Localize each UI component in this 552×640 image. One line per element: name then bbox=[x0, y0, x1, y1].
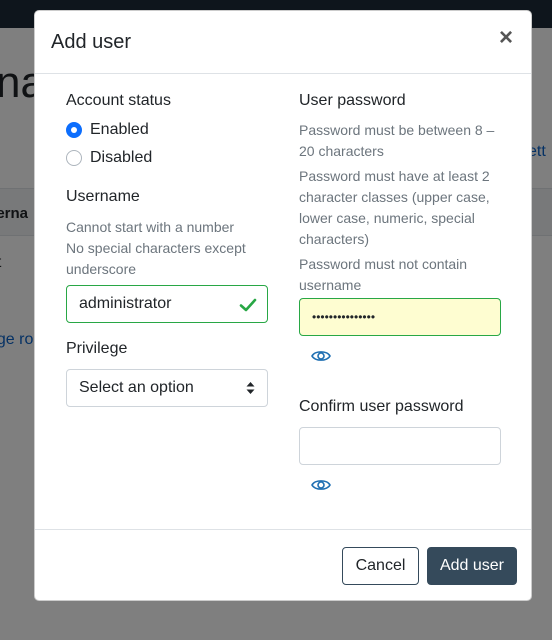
modal-body: Account status Enabled Disabled Username… bbox=[35, 74, 531, 530]
confirm-password-input[interactable] bbox=[299, 427, 501, 465]
confirm-password-label: Confirm user password bbox=[299, 398, 464, 415]
password-help-classes: Password must have at least 2 character … bbox=[299, 168, 490, 247]
username-label: Username bbox=[66, 188, 140, 205]
add-user-dialog: Add user × Account status Enabled Disabl… bbox=[34, 10, 532, 601]
account-status-label: Account status bbox=[66, 92, 171, 109]
password-help-length: Password must be between 8 – 20 characte… bbox=[299, 122, 495, 159]
username-input[interactable]: administrator bbox=[66, 285, 268, 323]
check-icon bbox=[239, 298, 257, 312]
add-user-button[interactable]: Add user bbox=[427, 547, 517, 585]
modal-footer: Cancel Add user bbox=[35, 529, 531, 600]
cancel-button[interactable]: Cancel bbox=[342, 547, 419, 585]
right-column: User password Password must be between 8… bbox=[299, 92, 501, 497]
privilege-selected-value: Select an option bbox=[79, 379, 194, 396]
show-password-button[interactable] bbox=[307, 344, 335, 368]
radio-disabled-label: Disabled bbox=[90, 149, 153, 166]
radio-disabled-control[interactable] bbox=[66, 150, 82, 166]
radio-disabled[interactable]: Disabled bbox=[66, 146, 268, 170]
privilege-select[interactable]: Select an option bbox=[66, 369, 268, 407]
radio-enabled-control[interactable] bbox=[66, 122, 82, 138]
select-arrows-icon bbox=[246, 381, 255, 395]
privilege-label: Privilege bbox=[66, 340, 128, 357]
modal-title: Add user bbox=[51, 31, 132, 53]
username-value: administrator bbox=[79, 295, 172, 312]
radio-enabled-label: Enabled bbox=[90, 121, 149, 138]
username-help-2: No special characters except underscore bbox=[66, 240, 246, 277]
eye-icon bbox=[311, 480, 331, 490]
close-button[interactable]: × bbox=[495, 25, 517, 51]
user-password-masked-value: ••••••••••••••• bbox=[312, 310, 376, 324]
user-password-input[interactable]: ••••••••••••••• bbox=[299, 298, 501, 336]
left-column: Account status Enabled Disabled Username… bbox=[66, 92, 268, 407]
radio-enabled[interactable]: Enabled bbox=[66, 118, 268, 142]
user-password-label: User password bbox=[299, 92, 406, 109]
eye-icon bbox=[311, 351, 331, 361]
show-confirm-password-button[interactable] bbox=[307, 473, 335, 497]
username-help-1: Cannot start with a number bbox=[66, 219, 235, 235]
password-help-username: Password must not contain username bbox=[299, 256, 468, 293]
modal-header: Add user × bbox=[35, 11, 531, 74]
